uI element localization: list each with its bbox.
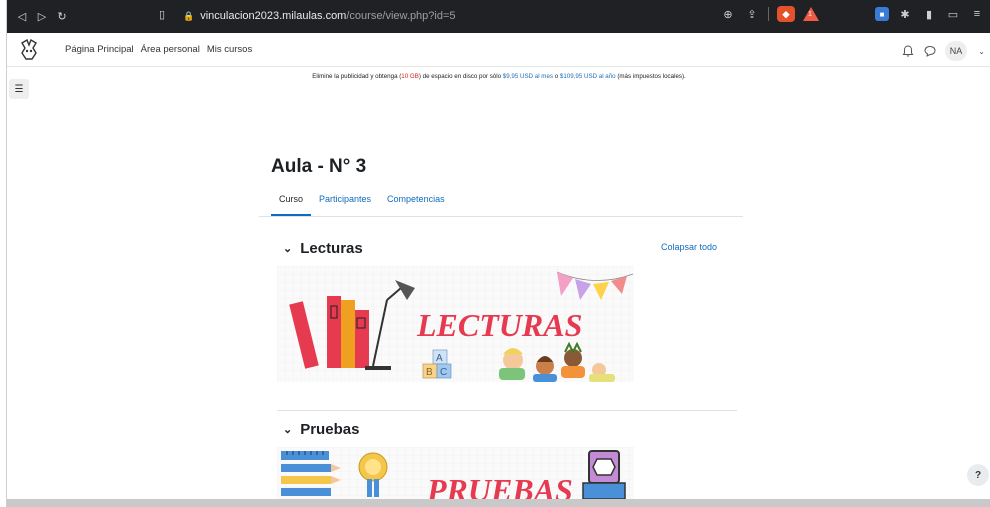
ad-text: (más impuestos locales). [615,73,686,80]
brave-rewards-icon[interactable]: 1 [803,7,819,21]
url-path: /course/view.php?id=5 [346,10,456,22]
back-icon[interactable]: ◁ [13,8,31,26]
page-title: Aula - N° 3 [271,156,367,177]
sidebar-icon[interactable]: ▮ [921,8,937,21]
lock-icon: 🔒 [183,10,195,21]
tab-competencies[interactable]: Competencias [379,188,453,216]
user-avatar[interactable]: NA [944,41,968,61]
browser-window: ◁ ▷ ↻ ▯ 🔒 vinculacion2023.milaulas.com /… [6,0,990,507]
collapse-all-link[interactable]: Colapsar todo [661,242,717,252]
tabs-divider [259,216,743,217]
course-index-toggle[interactable]: ☰ [9,79,29,99]
banner-title: LECTURAS [416,307,582,343]
chevron-down-icon[interactable]: ⌄ [283,242,292,255]
user-actions: NA ⌄ [901,41,985,61]
chevron-down-icon[interactable]: ⌄ [978,47,985,56]
tab-participants[interactable]: Participantes [311,188,379,216]
course-tabs: Curso Participantes Competencias [271,188,453,216]
list-icon: ☰ [14,83,24,95]
extensions-puzzle-icon[interactable]: ✱ [897,8,913,21]
brave-shields-icon[interactable]: ◆ [777,6,795,22]
section-header-pruebas[interactable]: ⌄ Pruebas [283,421,359,438]
notification-bell-icon[interactable] [901,44,915,58]
zoom-icon[interactable]: ⊕ [720,8,736,21]
browser-actions: ⊕ ⇪ ◆ 1 ■ ✱ ▮ ▭ ≡ [720,6,985,22]
ad-storage-highlight: 10 GB [401,73,419,80]
nav-link-home[interactable]: Página Principal [65,44,134,55]
lecturas-banner-image: LECTURAS A B C [277,266,634,382]
site-navbar: Página Principal Área personal Mis curso… [7,33,990,67]
messages-icon[interactable] [923,44,937,58]
section-divider [277,410,737,411]
site-logo[interactable] [19,38,39,61]
tab-course[interactable]: Curso [271,188,312,216]
ad-text: o [553,73,560,80]
block-label: B [426,367,433,378]
section-title: Pruebas [300,421,360,438]
wallet-icon[interactable]: ▭ [945,8,961,21]
reload-icon[interactable]: ↻ [53,8,71,26]
section-title: Lecturas [300,240,363,257]
ad-text: Elimine la publicidad y obtenga ( [312,73,402,80]
ad-price-year-link[interactable]: $109,95 USD al año [560,73,616,80]
banner-title: PRUEBAS [426,472,573,499]
address-bar[interactable]: 🔒 vinculacion2023.milaulas.com /course/v… [183,6,456,26]
pruebas-illustration: PRUEBAS [277,447,634,499]
help-button[interactable]: ? [967,464,989,486]
block-label: A [436,353,443,364]
forward-icon[interactable]: ▷ [33,8,51,26]
menu-icon[interactable]: ≡ [969,8,985,20]
rewards-badge: 1 [808,11,812,18]
ad-banner: Elimine la publicidad y obtenga (10 GB) … [7,73,990,80]
share-icon[interactable]: ⇪ [744,8,760,21]
ad-price-month-link[interactable]: $9,95 USD al mes [503,73,553,80]
bookmark-icon[interactable]: ▯ [159,8,165,21]
divider [768,7,769,21]
extension-icon[interactable]: ■ [875,7,889,21]
lecturas-illustration: LECTURAS A B C [277,266,634,382]
section-header-lecturas[interactable]: ⌄ Lecturas [283,240,363,257]
chevron-down-icon[interactable]: ⌄ [283,423,292,436]
url-domain: vinculacion2023.milaulas.com [200,10,347,22]
horizontal-scrollbar[interactable] [7,499,990,507]
pruebas-banner-image: PRUEBAS [277,447,634,499]
avatar-initials: NA [949,46,963,56]
nav-link-dashboard[interactable]: Área personal [141,44,200,55]
block-label: C [440,367,447,378]
nav-link-my-courses[interactable]: Mis cursos [207,44,252,55]
ad-text: ) de espacio en disco por sólo [418,73,503,80]
browser-toolbar: ◁ ▷ ↻ ▯ 🔒 vinculacion2023.milaulas.com /… [7,0,990,33]
